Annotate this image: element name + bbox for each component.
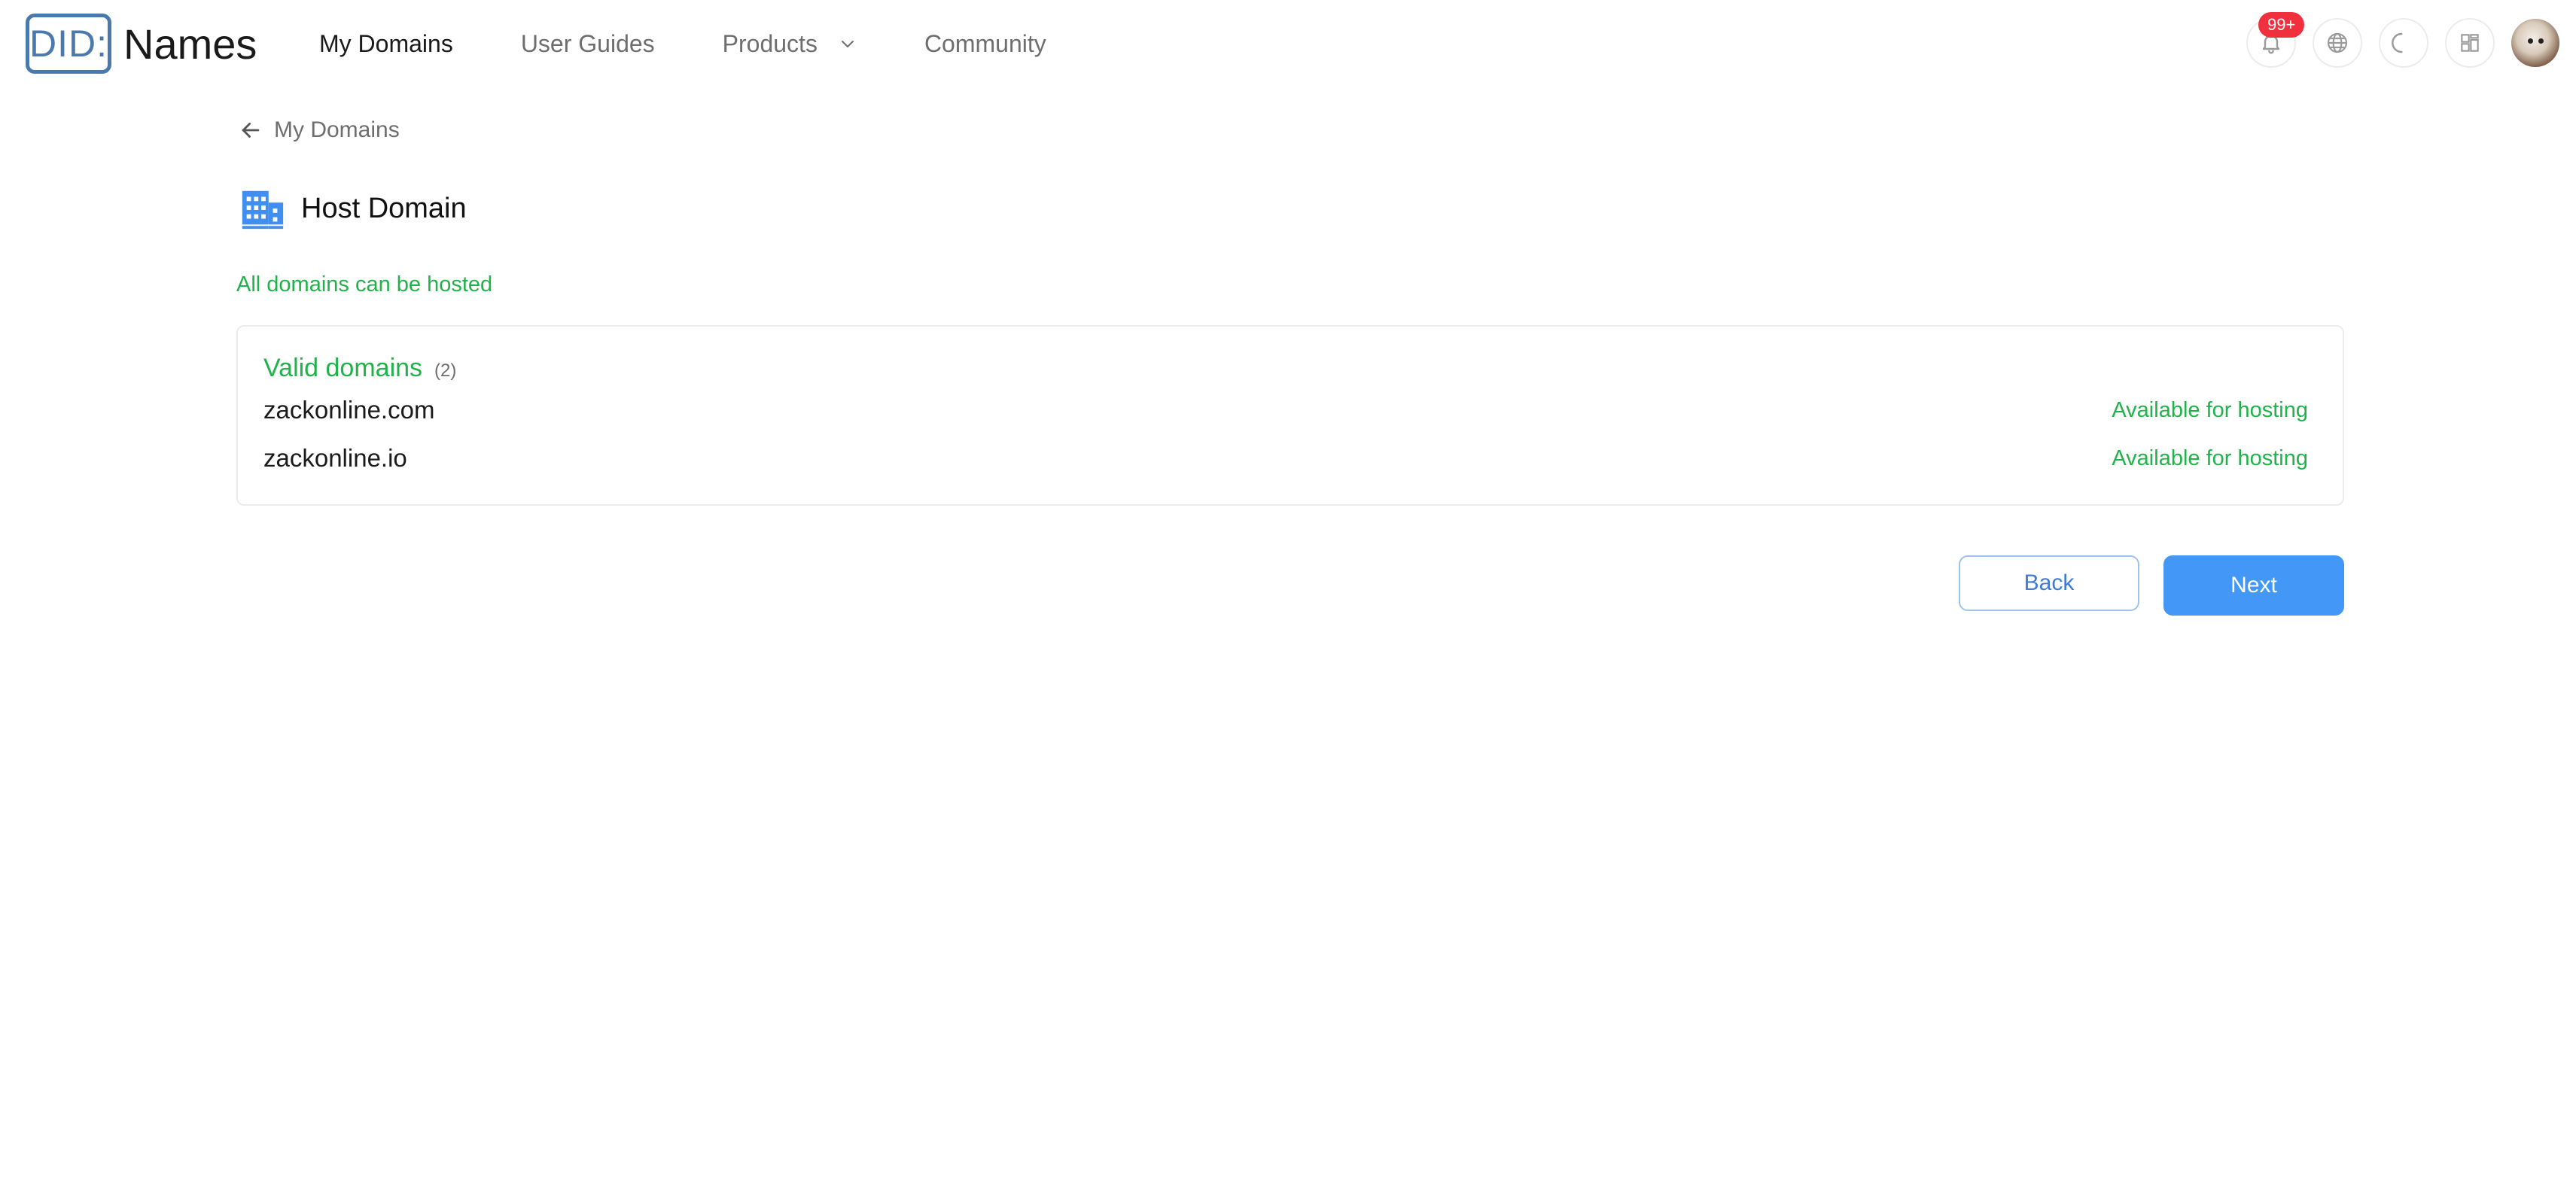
apps-grid-icon bbox=[2461, 34, 2479, 52]
back-link-label: My Domains bbox=[274, 117, 400, 142]
did-names-logo[interactable]: DID: Names bbox=[26, 14, 257, 74]
notifications-button[interactable]: 99+ bbox=[2246, 12, 2305, 68]
logo-mark: DID: bbox=[26, 14, 111, 74]
nav-community[interactable]: Community bbox=[924, 30, 1046, 58]
valid-domains-count: (2) bbox=[434, 360, 457, 381]
domain-name: zackonline.com bbox=[263, 396, 435, 424]
back-button[interactable]: Back bbox=[1959, 555, 2139, 611]
avatar-detail bbox=[2538, 38, 2544, 44]
logo-text: Names bbox=[123, 20, 257, 68]
moon-icon bbox=[2392, 32, 2403, 53]
valid-domains-header: Valid domains (2) bbox=[263, 354, 456, 383]
domain-name: zackonline.io bbox=[263, 444, 407, 472]
building-icon bbox=[242, 190, 284, 230]
apps-button[interactable] bbox=[2445, 18, 2495, 68]
back-to-my-domains-link[interactable]: My Domains bbox=[238, 117, 400, 143]
valid-domains-title: Valid domains bbox=[263, 354, 423, 382]
nav-products-label: Products bbox=[722, 29, 818, 57]
valid-domains-card: Valid domains (2) zackonline.com Availab… bbox=[236, 325, 2344, 506]
nav-products[interactable]: Products bbox=[723, 30, 857, 58]
next-button[interactable]: Next bbox=[2163, 555, 2344, 616]
globe-icon bbox=[2327, 32, 2348, 53]
domain-row: zackonline.io Available for hosting bbox=[263, 444, 2308, 473]
hosting-status-message: All domains can be hosted bbox=[236, 272, 493, 296]
page-title: Host Domain bbox=[301, 192, 467, 224]
notification-count-badge: 99+ bbox=[2258, 12, 2305, 38]
nav-user-guides[interactable]: User Guides bbox=[521, 30, 655, 58]
theme-toggle-button[interactable] bbox=[2379, 18, 2428, 68]
chevron-down-icon bbox=[841, 41, 854, 47]
language-button[interactable] bbox=[2313, 18, 2362, 68]
domain-status: Available for hosting bbox=[2112, 446, 2308, 470]
app-root: DID: Names My Domains User Guides Produc… bbox=[0, 0, 2576, 1186]
arrow-left-icon bbox=[242, 123, 260, 138]
domain-status: Available for hosting bbox=[2112, 397, 2308, 422]
top-header: DID: Names My Domains User Guides Produc… bbox=[0, 0, 2576, 87]
nav-my-domains[interactable]: My Domains bbox=[319, 30, 453, 58]
user-avatar[interactable] bbox=[2511, 19, 2559, 67]
domain-row: zackonline.com Available for hosting bbox=[263, 396, 2308, 424]
main-nav: My Domains User Guides Products Communit… bbox=[319, 0, 1114, 87]
header-actions: 99+ bbox=[2230, 12, 2559, 68]
avatar-detail bbox=[2528, 38, 2533, 44]
page-header: Host Domain bbox=[239, 185, 467, 232]
